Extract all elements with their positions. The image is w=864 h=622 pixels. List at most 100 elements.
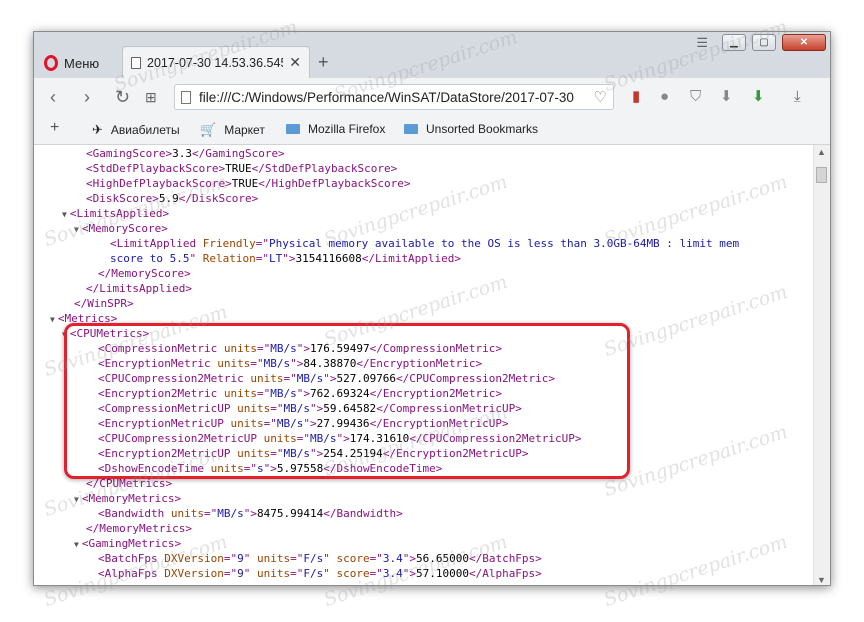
xml-token: =" <box>270 447 284 460</box>
xml-token: 9 <box>237 567 244 580</box>
xml-line: score to 5.5" Relation="LT">3154116608</… <box>110 251 461 266</box>
collapse-arrow-icon[interactable]: ▼ <box>74 225 79 234</box>
xml-token: <CPUMetrics> <box>69 327 150 340</box>
xml-token: =" <box>255 237 269 250</box>
new-tab-button[interactable]: + <box>318 52 329 73</box>
xml-token: MB/s <box>270 342 297 355</box>
tab-menu-icon[interactable]: ☰ <box>696 35 708 51</box>
maximize-button[interactable]: ▢ <box>752 34 776 51</box>
xml-token: DXVersion <box>164 567 224 580</box>
reload-icon[interactable]: ↻ <box>115 87 130 107</box>
xml-token: " <box>243 567 257 580</box>
xml-token: 527.09766 <box>336 372 397 385</box>
speed-dial-icon[interactable]: ⊞ <box>145 87 157 107</box>
xml-token: =" <box>270 402 284 415</box>
xml-token: s <box>256 462 264 475</box>
close-tab-icon[interactable]: ✕ <box>289 54 301 71</box>
collapse-arrow-icon[interactable]: ▼ <box>74 540 79 549</box>
minimize-button[interactable]: ▁ <box>722 34 746 51</box>
xml-token: =" <box>203 507 218 520</box>
tab-active[interactable]: 2017-07-30 14.53.36.545 F ✕ <box>122 46 310 78</box>
xml-token: </HighDefPlaybackScore> <box>258 177 411 190</box>
xml-token: </MemoryMetrics> <box>86 522 192 535</box>
downloads-icon[interactable]: ⤓ <box>794 89 801 105</box>
xml-line: <CPUCompression2Metric units="MB/s">527.… <box>98 371 555 386</box>
xml-token: units <box>210 462 244 475</box>
bookmark-label: Mozilla Firefox <box>308 122 386 136</box>
xml-token: 8475.99414 <box>256 507 324 520</box>
xml-token: MB/s <box>263 357 291 370</box>
xml-token: 5.97558 <box>276 462 324 475</box>
scroll-thumb[interactable] <box>816 167 827 183</box>
scroll-down-icon[interactable]: ▼ <box>817 575 826 585</box>
xml-token: "> <box>282 252 296 265</box>
forward-icon[interactable]: › <box>84 87 90 107</box>
vertical-scrollbar[interactable]: ▲ ▼ <box>813 145 830 585</box>
bookmark-item-market[interactable]: 🛒 Маркет <box>200 122 265 138</box>
xml-line: <EncryptionMetricUP units="MB/s">27.9943… <box>98 416 509 431</box>
xml-token: score <box>336 552 370 565</box>
xml-token: <EncryptionMetricUP <box>98 417 231 430</box>
address-url[interactable]: file:///C:/Windows/Performance/WinSAT/Da… <box>199 90 586 105</box>
bookmark-label: Маркет <box>224 123 265 137</box>
collapse-arrow-icon[interactable]: ▼ <box>74 495 79 504</box>
xml-token: TRUE <box>225 162 252 175</box>
xml-token: =" <box>290 552 304 565</box>
xml-token: "> <box>402 567 416 580</box>
xml-token: </StdDefPlaybackScore> <box>251 162 398 175</box>
xml-token: =" <box>243 462 257 475</box>
xml-line: <BatchFps DXVersion="9" units="F/s" scor… <box>98 551 542 566</box>
xml-token: MB/s <box>309 432 337 445</box>
collapse-arrow-icon[interactable]: ▼ <box>62 210 67 219</box>
xml-token: MB/s <box>276 417 304 430</box>
xml-token: DXVersion <box>164 552 224 565</box>
folder-icon <box>286 124 300 134</box>
xml-token: MB/s <box>283 402 310 415</box>
xml-viewer[interactable]: <GamingScore>3.3</GamingScore> <StdDefPla… <box>34 145 816 585</box>
xml-token: <DshowEncodeTime <box>98 462 211 475</box>
shield-icon[interactable]: ⛉ <box>690 89 701 105</box>
bookmark-item-unsorted-bookmarks[interactable]: Unsorted Bookmarks <box>404 122 538 136</box>
xml-token: =" <box>296 432 310 445</box>
xml-token: =" <box>369 567 383 580</box>
opera-menu-button[interactable]: Меню <box>44 51 99 75</box>
scroll-up-icon[interactable]: ▲ <box>817 147 826 157</box>
back-icon[interactable]: ‹ <box>50 87 56 107</box>
xml-line: </CPUMetrics> <box>86 476 172 491</box>
xml-token: 84.38870 <box>303 357 357 370</box>
xml-token: 57.10000 <box>415 567 469 580</box>
tab-bar: Меню 2017-07-30 14.53.36.545 F ✕ + ☰ ▁ ▢… <box>34 32 830 79</box>
collapse-arrow-icon[interactable]: ▼ <box>50 315 55 324</box>
xml-token: units <box>256 552 291 565</box>
xml-token: <GamingMetrics> <box>81 537 182 550</box>
xml-token: 174.31610 <box>349 432 410 445</box>
xml-token: =" <box>255 252 269 265</box>
heart-icon[interactable]: ♡ <box>594 88 607 106</box>
vpn-globe-icon[interactable]: ● <box>660 89 669 105</box>
collapse-arrow-icon[interactable]: ▼ <box>62 330 67 339</box>
ext-green-icon[interactable]: ⬇ <box>752 89 765 105</box>
download-arrow-icon[interactable]: ⬇ <box>720 89 733 105</box>
close-window-button[interactable]: ✕ <box>782 34 826 51</box>
xml-line: ▼ <Metrics> <box>50 311 117 326</box>
xml-token: 5.9 <box>158 192 179 205</box>
xml-token: <Encryption2Metric <box>98 387 224 400</box>
xml-token: 762.69324 <box>309 387 370 400</box>
ext-flag-icon[interactable]: ▮ <box>632 89 640 105</box>
xml-token: "> <box>309 447 324 460</box>
xml-token: </EncryptionMetricUP> <box>369 417 509 430</box>
bookmark-item-mozilla-firefox[interactable]: Mozilla Firefox <box>286 122 385 136</box>
address-bar[interactable]: file:///C:/Windows/Performance/WinSAT/Da… <box>174 84 614 110</box>
bookmark-item-aviabilety[interactable]: ✈ Авиабилеты <box>92 122 180 138</box>
xml-token: </EncryptionMetric> <box>356 357 483 370</box>
xml-token: =" <box>290 567 304 580</box>
add-bookmark-icon[interactable]: + <box>50 119 59 137</box>
xml-token: 176.59497 <box>309 342 370 355</box>
xml-token: 27.99436 <box>316 417 370 430</box>
xml-token: " <box>243 552 257 565</box>
xml-line: ▼ <GamingMetrics> <box>74 536 181 551</box>
xml-token: units <box>237 402 271 415</box>
xml-token: MB/s <box>270 387 297 400</box>
tab-title: 2017-07-30 14.53.36.545 F <box>147 55 284 70</box>
xml-token: </CompressionMetric> <box>369 342 503 355</box>
